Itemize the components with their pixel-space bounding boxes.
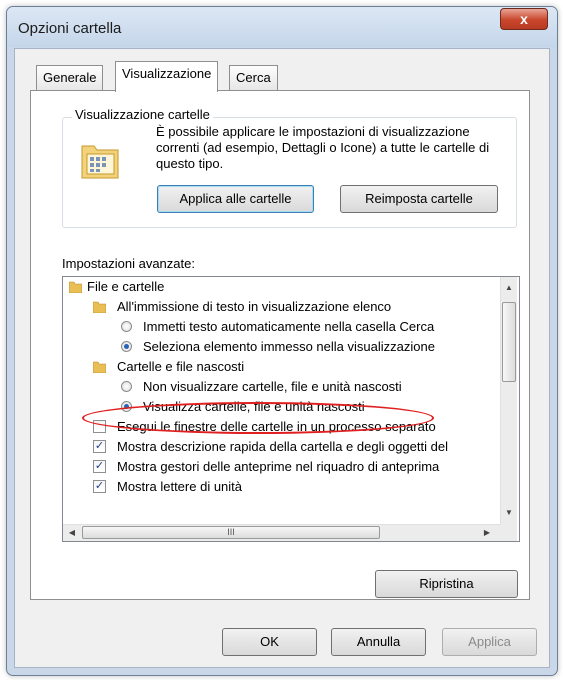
checkbox-label: Mostra descrizione rapida della cartella… <box>117 439 448 454</box>
advanced-settings-label: Impostazioni avanzate: <box>62 256 195 271</box>
list-item-label: Cartelle e file nascosti <box>117 359 245 374</box>
checkbox-checked[interactable]: ✓ <box>93 480 106 493</box>
highlight-ellipse <box>82 402 434 434</box>
horizontal-scroll-thumb[interactable]: III <box>82 526 380 539</box>
checkbox-checked[interactable]: ✓ <box>93 460 106 473</box>
radio-button[interactable] <box>121 381 132 392</box>
folder-icon <box>93 361 106 373</box>
radio-label: Immetti testo automaticamente nella case… <box>143 319 435 334</box>
restore-defaults-button[interactable]: Ripristina <box>375 570 518 598</box>
reset-folders-button[interactable]: Reimposta cartelle <box>340 185 498 213</box>
vertical-scroll-thumb[interactable] <box>502 302 516 382</box>
ok-button[interactable]: OK <box>222 628 317 656</box>
cancel-button[interactable]: Annulla <box>331 628 426 656</box>
close-icon: x <box>520 11 528 27</box>
apply-to-folders-button[interactable]: Applica alle cartelle <box>157 185 314 213</box>
apply-button[interactable]: Applica <box>442 628 537 656</box>
list-item-label: All'immissione di testo in visualizzazio… <box>117 299 392 314</box>
folder-views-group-label: Visualizzazione cartelle <box>72 107 213 122</box>
list-item-label: File e cartelle <box>87 279 165 294</box>
radio-button-selected[interactable] <box>121 341 132 352</box>
checkbox-checked[interactable]: ✓ <box>93 440 106 453</box>
folder-views-description: È possibile applicare le impostazioni di… <box>156 124 490 171</box>
folder-view-icon <box>80 138 122 182</box>
folder-icon <box>93 301 106 313</box>
scroll-left-icon[interactable]: ◀ <box>65 526 79 540</box>
checkbox-label: Mostra lettere di unità <box>117 479 243 494</box>
tab-generale[interactable]: Generale <box>36 65 104 91</box>
radio-button[interactable] <box>121 321 132 332</box>
scroll-down-icon[interactable]: ▼ <box>502 506 516 520</box>
radio-label: Non visualizzare cartelle, file e unità … <box>143 379 402 394</box>
scroll-right-icon[interactable]: ▶ <box>480 526 494 540</box>
folder-icon <box>69 281 82 293</box>
radio-label: Seleziona elemento immesso nella visuali… <box>143 339 435 354</box>
scroll-up-icon[interactable]: ▲ <box>502 281 516 295</box>
tab-cerca[interactable]: Cerca <box>229 65 278 91</box>
checkbox-label: Mostra gestori delle anteprime nel riqua… <box>117 459 440 474</box>
close-button[interactable]: x <box>500 8 548 30</box>
scrollbar-corner <box>500 524 517 541</box>
window-title: Opzioni cartella <box>18 20 122 37</box>
tab-visualizzazione[interactable]: Visualizzazione <box>115 61 219 92</box>
